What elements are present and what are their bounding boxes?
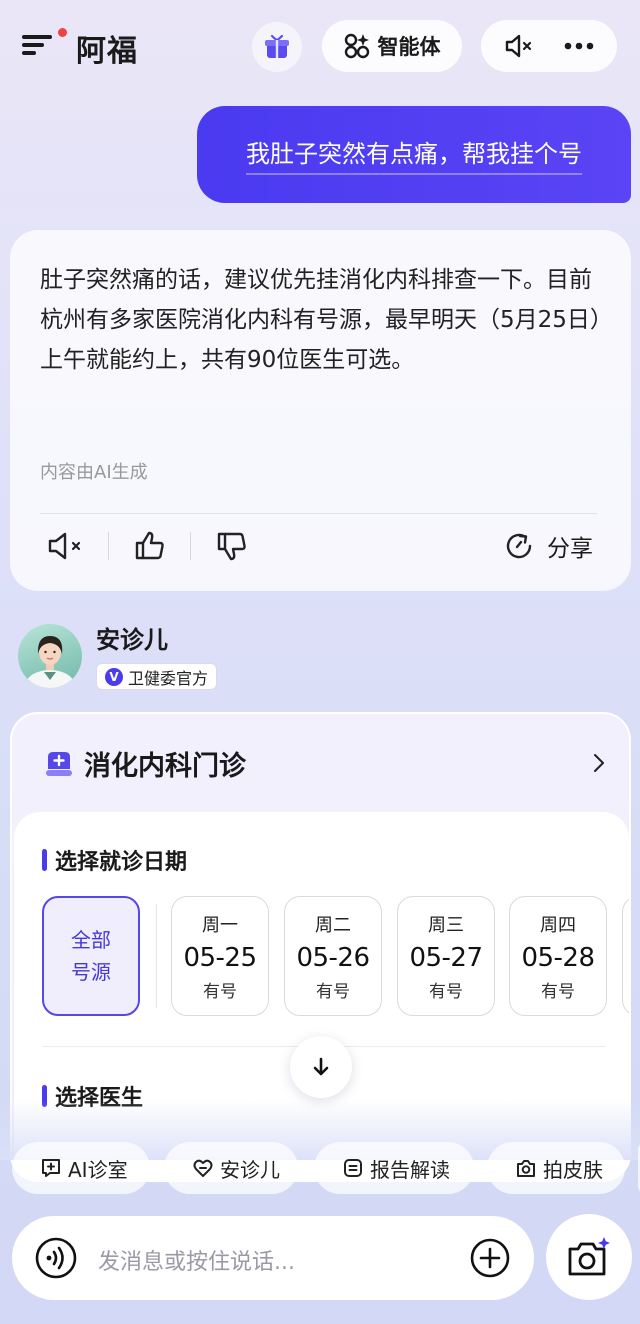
date-option[interactable]: 周四 05-28 有号 bbox=[509, 896, 607, 1016]
doctor-avatar-icon bbox=[26, 636, 74, 688]
availability-label: 有号 bbox=[429, 981, 463, 1002]
section-marker bbox=[42, 849, 47, 871]
quick-action-report[interactable]: 报告解读 bbox=[314, 1142, 474, 1194]
app-title: 阿福 bbox=[76, 34, 138, 69]
plus-chat-icon bbox=[42, 1159, 60, 1177]
weekday-label: 周一 bbox=[202, 914, 238, 936]
thumbs-up-icon bbox=[135, 531, 164, 560]
ai-generated-note: 内容由AI生成 bbox=[40, 462, 148, 483]
separator bbox=[190, 532, 191, 560]
chip-label: 报告解读 bbox=[370, 1157, 450, 1182]
ai-reply-text: 肚子突然痛的话，建议优先挂消化内科排查一下。目前杭州有多家医院消化内科有号源，最… bbox=[40, 267, 602, 373]
date-section-title: 选择就诊日期 bbox=[42, 844, 187, 876]
scroll-down-button[interactable] bbox=[290, 1036, 352, 1098]
avatar[interactable] bbox=[18, 624, 82, 688]
separator bbox=[108, 532, 109, 560]
camera-icon bbox=[517, 1160, 535, 1177]
mute-icon bbox=[48, 532, 81, 560]
gift-button[interactable] bbox=[252, 22, 302, 72]
official-badge: V 卫健委官方 bbox=[96, 663, 218, 690]
menu-icon[interactable] bbox=[22, 28, 67, 60]
mute-icon[interactable] bbox=[504, 33, 534, 59]
chevron-right-icon[interactable] bbox=[592, 752, 606, 774]
verified-icon: V bbox=[105, 667, 123, 686]
weekday-label: 周三 bbox=[428, 914, 464, 936]
date-option[interactable]: 周二 05-26 有号 bbox=[284, 896, 382, 1016]
share-button[interactable]: 分享 bbox=[496, 526, 600, 566]
quick-action-ai-clinic[interactable]: AI诊室 bbox=[12, 1142, 150, 1194]
read-aloud-button[interactable] bbox=[44, 526, 86, 566]
dislike-button[interactable] bbox=[210, 526, 254, 568]
message-input[interactable]: 发消息或按住说话... bbox=[98, 1244, 295, 1276]
all-dates-option[interactable]: 全部 号源 bbox=[42, 896, 140, 1016]
date-label: 05-26 bbox=[296, 942, 370, 973]
user-message-bubble: 我肚子突然有点痛，帮我挂个号 bbox=[197, 106, 631, 203]
badge-label: 卫健委官方 bbox=[128, 668, 209, 688]
notification-dot bbox=[58, 28, 67, 37]
date-option[interactable]: 周一 05-25 有号 bbox=[171, 896, 269, 1016]
heart-icon bbox=[193, 1159, 213, 1177]
message-input-bar[interactable]: 发消息或按住说话... bbox=[12, 1216, 534, 1300]
divider bbox=[40, 513, 597, 514]
availability-label: 有号 bbox=[203, 981, 237, 1002]
add-button[interactable] bbox=[468, 1236, 512, 1280]
date-label: 05-27 bbox=[409, 942, 483, 973]
gift-icon bbox=[265, 34, 289, 58]
weekday-label: 周四 bbox=[540, 914, 576, 936]
user-message-text: 我肚子突然有点痛，帮我挂个号 bbox=[246, 134, 582, 175]
date-option-partial[interactable] bbox=[622, 896, 629, 1016]
date-option[interactable]: 周三 05-27 有号 bbox=[397, 896, 495, 1016]
grid-icon bbox=[344, 33, 369, 59]
clinic-icon bbox=[46, 752, 72, 776]
more-icon[interactable] bbox=[564, 42, 594, 50]
plus-circle-icon bbox=[470, 1238, 510, 1278]
chip-label: AI诊室 bbox=[68, 1157, 128, 1182]
voice-icon bbox=[35, 1237, 77, 1279]
share-icon bbox=[506, 533, 532, 559]
report-icon bbox=[344, 1159, 362, 1177]
quick-action-anzhener[interactable]: 安诊儿 bbox=[164, 1142, 298, 1194]
like-button[interactable] bbox=[128, 524, 172, 566]
voice-button[interactable] bbox=[34, 1236, 78, 1280]
date-label: 05-25 bbox=[183, 942, 257, 973]
thumbs-down-icon bbox=[217, 532, 246, 561]
camera-icon bbox=[568, 1237, 610, 1276]
availability-label: 有号 bbox=[541, 981, 575, 1002]
date-section-label: 选择就诊日期 bbox=[55, 850, 188, 875]
agents-label: 智能体 bbox=[377, 35, 441, 59]
clinic-title: 消化内科门诊 bbox=[84, 751, 246, 782]
chip-label: 拍皮肤 bbox=[543, 1157, 603, 1182]
availability-label: 有号 bbox=[316, 981, 350, 1002]
agent-name: 安诊儿 bbox=[96, 626, 168, 654]
quick-action-skin-photo[interactable]: 拍皮肤 bbox=[487, 1142, 625, 1194]
ai-reply-card: 肚子突然痛的话，建议优先挂消化内科排查一下。目前杭州有多家医院消化内科有号源，最… bbox=[10, 230, 631, 591]
all-dates-label-1: 全部 bbox=[71, 928, 111, 952]
share-label: 分享 bbox=[547, 536, 593, 562]
date-label: 05-28 bbox=[521, 942, 595, 973]
chip-label: 安诊儿 bbox=[220, 1157, 280, 1182]
arrow-down-icon bbox=[313, 1057, 329, 1076]
separator bbox=[156, 904, 157, 1008]
agents-button[interactable]: 智能体 bbox=[322, 20, 462, 72]
weekday-label: 周二 bbox=[315, 914, 351, 936]
camera-button[interactable] bbox=[546, 1214, 632, 1300]
header-controls bbox=[481, 20, 617, 72]
all-dates-label-2: 号源 bbox=[71, 960, 111, 984]
